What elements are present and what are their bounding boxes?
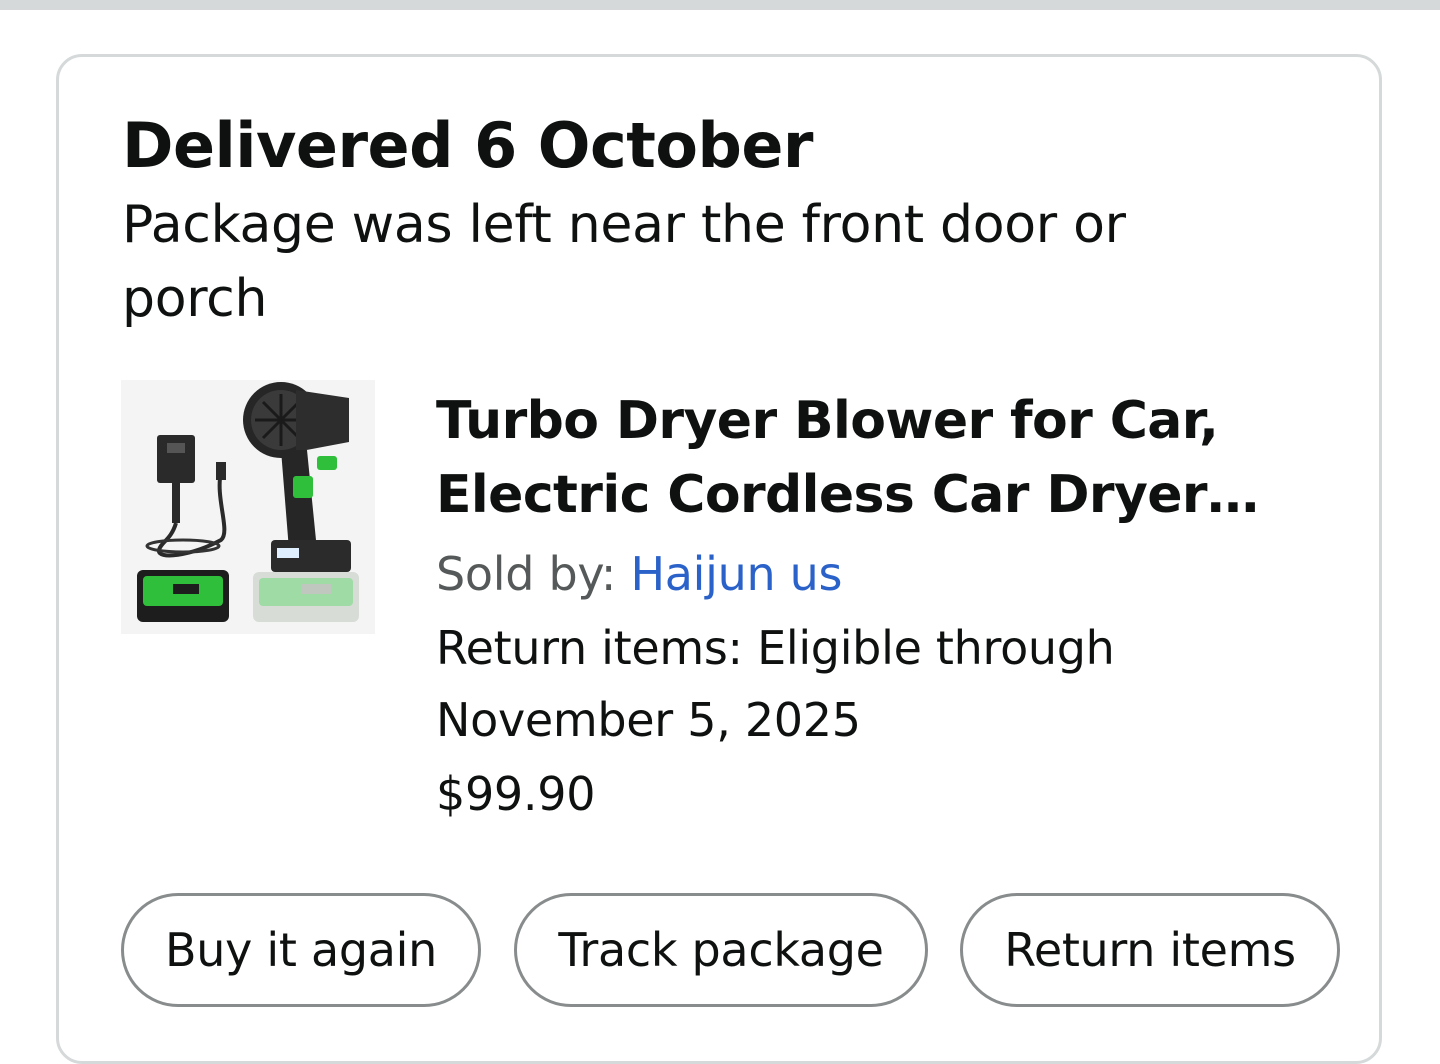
sold-by-line: Sold by: Haijun us — [436, 538, 842, 610]
product-price: $99.90 — [436, 767, 596, 821]
seller-link[interactable]: Haijun us — [630, 547, 842, 601]
top-divider — [0, 0, 1440, 10]
delivery-status-detail: Package was left near the front door or … — [122, 195, 1126, 329]
return-items-button[interactable]: Return items — [960, 893, 1340, 1007]
product-title[interactable]: Turbo Dryer Blower for Car, Electric Cor… — [436, 384, 1316, 532]
car-dryer-blower-icon — [121, 380, 375, 634]
track-package-button[interactable]: Track package — [514, 893, 928, 1007]
return-eligibility: Return items: Eligible through November … — [436, 621, 1115, 747]
delivery-status-title: Delivered 6 October — [122, 109, 814, 182]
product-image[interactable] — [121, 380, 375, 634]
sold-by-label: Sold by: — [436, 547, 631, 601]
buy-it-again-button[interactable]: Buy it again — [121, 893, 481, 1007]
